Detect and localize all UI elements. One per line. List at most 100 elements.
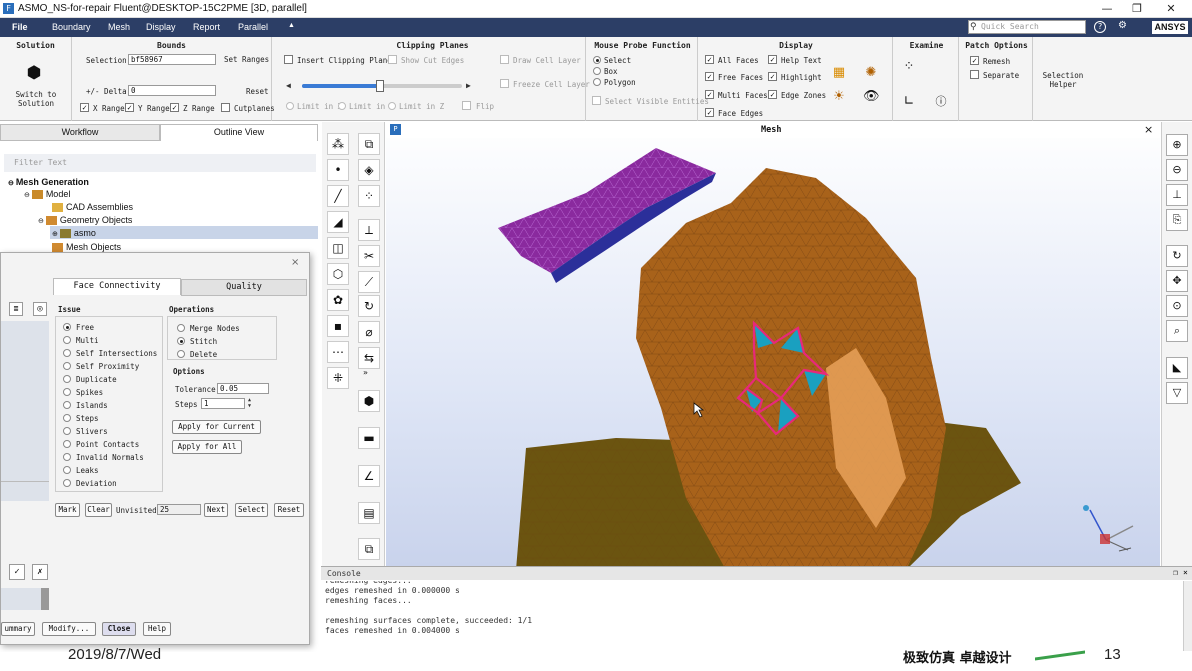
selection-helper-button[interactable]: Selection Helper: [1040, 71, 1086, 89]
console-output[interactable]: remeshing edges...edges remeshed in 0.00…: [325, 581, 1165, 651]
tree-cad-assemblies[interactable]: CAD Assemblies: [52, 202, 133, 213]
console-close-icon[interactable]: ×: [1183, 568, 1188, 577]
steps-spinner-icon[interactable]: ▲ ▼: [245, 397, 254, 410]
op-merge-nodes-radio[interactable]: [177, 324, 185, 332]
issue-radio-multi[interactable]: [63, 336, 71, 344]
menu-file[interactable]: File: [12, 22, 28, 32]
filter-text-input[interactable]: Filter Text: [4, 154, 316, 172]
tab-quality[interactable]: Quality: [181, 279, 307, 296]
issue-radio-invalid-normals[interactable]: [63, 453, 71, 461]
swap-edge-icon[interactable]: ⟂: [358, 219, 380, 241]
ribbon-collapse-icon[interactable]: ▲: [288, 22, 295, 29]
tree-mesh-objects[interactable]: Mesh Objects: [52, 242, 121, 253]
console-maximize-icon[interactable]: ❐: [1173, 568, 1178, 577]
issue-radio-islands[interactable]: [63, 401, 71, 409]
select-node-icon[interactable]: •: [327, 159, 349, 181]
select-region-icon[interactable]: ✿: [327, 289, 349, 311]
dialog-close-icon[interactable]: ×: [291, 257, 299, 268]
z-range-checkbox[interactable]: ✓: [170, 103, 179, 112]
op-stitch-radio[interactable]: [177, 337, 185, 345]
menu-boundary[interactable]: Boundary: [52, 22, 91, 32]
mesh-render[interactable]: [386, 138, 1160, 566]
zoom-region-icon[interactable]: ⌕: [1166, 320, 1188, 342]
quick-search-input[interactable]: ⚲ Quick Search: [968, 20, 1086, 34]
view-axes-icon[interactable]: ⊥: [1166, 184, 1188, 206]
dialog-scrollbar[interactable]: [41, 588, 49, 610]
viewport-close-icon[interactable]: ×: [1144, 123, 1153, 136]
settings-icon[interactable]: ⚙: [1118, 20, 1127, 31]
tab-face-connectivity[interactable]: Face Connectivity: [53, 278, 181, 295]
help-button[interactable]: Help: [143, 622, 171, 636]
reset-button[interactable]: Reset: [274, 503, 304, 517]
issue-radio-deviation[interactable]: [63, 479, 71, 487]
view-direction-icon[interactable]: ▽: [1166, 382, 1188, 404]
rotate-icon[interactable]: ↻: [358, 295, 380, 317]
zoom-fit-icon[interactable]: ⊕: [1166, 134, 1188, 156]
remesh-checkbox[interactable]: ✓: [970, 56, 979, 65]
axes-icon[interactable]: ∠: [358, 465, 380, 487]
switch-solution-icon[interactable]: ⬢: [26, 65, 42, 82]
all-faces-checkbox[interactable]: ✓: [705, 55, 714, 64]
more-tools-icon[interactable]: »: [363, 368, 368, 377]
clipping-slider[interactable]: [302, 80, 462, 92]
examine-points-icon[interactable]: ⁘: [901, 59, 917, 75]
probe-box-radio[interactable]: [593, 67, 601, 75]
switch-solution-button[interactable]: Switch to Solution: [6, 90, 66, 108]
issue-radio-steps[interactable]: [63, 414, 71, 422]
free-faces-checkbox[interactable]: ✓: [705, 72, 714, 81]
slider-right-arrow-icon[interactable]: ▶: [466, 81, 471, 90]
issue-radio-leaks[interactable]: [63, 466, 71, 474]
select-edge-icon[interactable]: ╱: [327, 185, 349, 207]
slider-left-arrow-icon[interactable]: ◀: [286, 81, 291, 90]
issue-radio-point-contacts[interactable]: [63, 440, 71, 448]
face-edges-checkbox[interactable]: ✓: [705, 108, 714, 117]
display-options-icon[interactable]: ✺: [863, 65, 879, 81]
select-object-icon[interactable]: ⬡: [327, 263, 349, 285]
cutplanes-checkbox[interactable]: [221, 103, 230, 112]
list-filter-icon[interactable]: ≣: [9, 302, 23, 316]
rotate-view-icon[interactable]: ↻: [1166, 245, 1188, 267]
visibility-icon[interactable]: 👁: [863, 89, 880, 105]
apply-for-all-button[interactable]: Apply for All: [172, 440, 242, 454]
split-edge-icon[interactable]: ✂: [358, 245, 380, 267]
issue-radio-self-intersections[interactable]: [63, 349, 71, 357]
select-cell-icon[interactable]: ◈: [358, 159, 380, 181]
report-icon[interactable]: ▤: [358, 502, 380, 524]
select-cluster-icon[interactable]: ⁘: [358, 185, 380, 207]
tree-model[interactable]: ⊖ Model: [24, 189, 70, 200]
measure-angle-icon[interactable]: ∟: [901, 94, 917, 110]
reset-bounds-button[interactable]: Reset: [246, 87, 269, 96]
multi-faces-checkbox[interactable]: ✓: [705, 90, 714, 99]
set-ranges-button[interactable]: Set Ranges: [224, 55, 269, 64]
limit-x-radio[interactable]: [286, 102, 294, 110]
highlight-checkbox[interactable]: ✓: [768, 72, 777, 81]
issue-radio-free[interactable]: [63, 323, 71, 331]
help-icon[interactable]: ?: [1094, 21, 1106, 33]
select-visible-checkbox[interactable]: [592, 96, 601, 105]
tolerance-input[interactable]: 0.05: [217, 383, 269, 394]
insert-clipping-checkbox[interactable]: [284, 55, 293, 64]
edge-zones-checkbox[interactable]: ✓: [768, 90, 777, 99]
pan-icon[interactable]: ✥: [1166, 270, 1188, 292]
menu-display[interactable]: Display: [146, 22, 176, 32]
display-faces-icon[interactable]: ▦: [831, 65, 847, 81]
cube-view-icon[interactable]: ⬢: [358, 390, 380, 412]
menu-mesh[interactable]: Mesh: [108, 22, 130, 32]
apply-for-current-button[interactable]: Apply for Current: [172, 420, 261, 434]
zoom-icon[interactable]: ⊖: [1166, 159, 1188, 181]
flip-checkbox[interactable]: [462, 101, 471, 110]
draw-cell-layer-checkbox[interactable]: [500, 55, 509, 64]
modify-button[interactable]: Modify...: [42, 622, 96, 636]
clear-button[interactable]: Clear: [85, 503, 112, 517]
menu-report[interactable]: Report: [193, 22, 220, 32]
collapse-edge-icon[interactable]: ⟋: [358, 271, 380, 293]
probe-select-radio[interactable]: [593, 56, 601, 64]
y-range-checkbox[interactable]: ✓: [125, 103, 134, 112]
select-button[interactable]: Select: [235, 503, 268, 517]
summary-button[interactable]: ummary: [1, 622, 35, 636]
lights-icon[interactable]: ☀: [831, 89, 847, 105]
mark-button[interactable]: Mark: [55, 503, 80, 517]
next-button[interactable]: Next: [204, 503, 228, 517]
close-window-icon[interactable]: ✕: [1158, 1, 1184, 16]
cut-plane-icon[interactable]: ▬: [358, 427, 380, 449]
